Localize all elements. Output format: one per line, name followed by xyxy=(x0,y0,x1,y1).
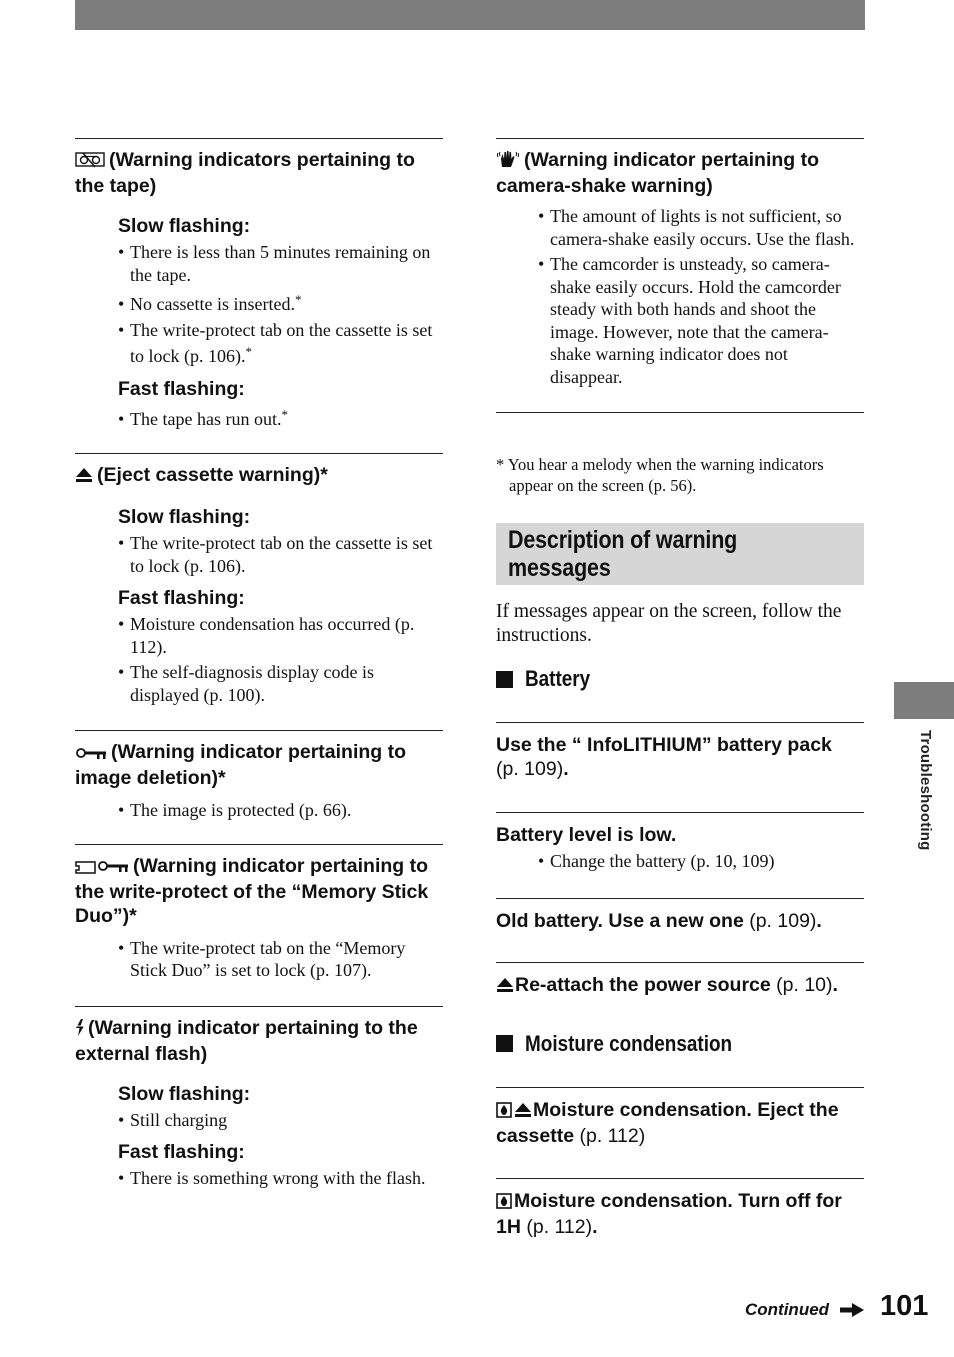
section-title-line-1: Description of warning xyxy=(508,526,738,554)
list-item: The write-protect tab on the “Memory Sti… xyxy=(118,937,443,982)
list-item: Moisture condensation has occurred (p. 1… xyxy=(118,613,443,658)
bullet-list: There is something wrong with the flash. xyxy=(118,1167,443,1190)
bullet-list: The write-protect tab on the “Memory Sti… xyxy=(118,937,443,982)
section-camera-shake-warning: (Warning indicator pertaining to camera-… xyxy=(496,138,864,413)
bullet-list: There is less than 5 minutes remaining o… xyxy=(118,241,443,368)
left-column: (Warning indicators pertaining to the ta… xyxy=(75,138,443,1190)
list-item: There is something wrong with the flash. xyxy=(118,1167,443,1190)
list-item: Change the battery (p. 10, 109) xyxy=(538,850,864,873)
slow-flashing-label: Slow flashing: xyxy=(118,215,251,237)
section-title-line-2: messages xyxy=(508,554,611,582)
bullet-list: The image is protected (p. 66). xyxy=(118,799,443,822)
list-item: There is less than 5 minutes remaining o… xyxy=(118,241,443,286)
section-memory-stick-warning: (Warning indicator pertaining to the wri… xyxy=(75,843,443,982)
section-image-deletion-warning: (Warning indicator pertaining to image d… xyxy=(75,730,443,822)
eject-icon xyxy=(75,465,93,489)
tape-warning-icon xyxy=(75,150,105,174)
list-item: The write-protect tab on the cassette is… xyxy=(118,532,443,577)
camera-shake-icon xyxy=(496,150,520,174)
eject-icon xyxy=(496,975,514,999)
slow-flashing-label: Slow flashing: xyxy=(118,506,251,528)
protect-key-icon xyxy=(75,742,107,766)
message-moisture-eject: Moisture condensation. Eject the cassett… xyxy=(496,1086,864,1148)
square-bullet-icon xyxy=(496,670,513,688)
square-bullet-icon xyxy=(496,1035,513,1052)
section-heading: (Warning indicator pertaining to image d… xyxy=(75,741,407,789)
fast-flashing-label: Fast flashing: xyxy=(118,587,245,609)
list-item: The self-diagnosis display code is displ… xyxy=(118,661,443,706)
chapter-tab xyxy=(894,682,954,719)
arrow-right-icon xyxy=(840,1303,864,1322)
moisture-icon xyxy=(496,1191,512,1215)
moisture-heading: Moisture condensation xyxy=(496,1031,864,1057)
intro-text: If messages appear on the screen, follow… xyxy=(496,601,842,646)
footnote: * You hear a melody when the warning ind… xyxy=(496,455,824,495)
list-item: The camcorder is unsteady, so camera-sha… xyxy=(538,253,864,388)
section-tape-warning: (Warning indicators pertaining to the ta… xyxy=(75,138,443,430)
fast-flashing-label: Fast flashing: xyxy=(118,1141,245,1163)
section-heading: (Warning indicator pertaining to camera-… xyxy=(496,149,820,197)
chapter-label: Troubleshooting xyxy=(917,730,934,851)
bullet-list: The write-protect tab on the cassette is… xyxy=(118,532,443,577)
list-item: The write-protect tab on the cassette is… xyxy=(118,319,443,368)
bullet-list: The amount of lights is not sufficient, … xyxy=(538,205,864,388)
section-heading: (Eject cassette warning)* xyxy=(75,463,443,489)
section-flash-warning: (Warning indicator pertaining to the ext… xyxy=(75,1005,443,1190)
bullet-list: The tape has run out.* xyxy=(118,404,443,431)
list-item: No cassette is inserted.* xyxy=(118,289,443,316)
list-item: Still charging xyxy=(118,1109,443,1132)
list-item: The amount of lights is not sufficient, … xyxy=(538,205,864,250)
slow-flashing-label: Slow flashing: xyxy=(118,1082,251,1105)
list-item: The image is protected (p. 66). xyxy=(118,799,443,822)
right-column: (Warning indicator pertaining to camera-… xyxy=(496,138,864,1239)
fast-flashing-label: Fast flashing: xyxy=(118,377,245,400)
section-heading: (Warning indicator pertaining to the ext… xyxy=(75,1016,418,1065)
memory-stick-protect-icon xyxy=(75,856,129,880)
bullet-list: Change the battery (p. 10, 109) xyxy=(538,850,864,873)
moisture-icon xyxy=(496,1100,512,1124)
list-item: The tape has run out.* xyxy=(118,404,443,431)
message-moisture-turn-off: Moisture condensation. Turn off for 1H (… xyxy=(496,1177,864,1239)
page-number: 101 xyxy=(880,1290,929,1322)
message-infolithium: Use the “ InfoLITHIUM” battery pack (p. … xyxy=(496,722,864,781)
battery-heading: Battery xyxy=(496,666,864,692)
message-battery-low: Battery level is low. Change the battery… xyxy=(496,812,864,873)
section-eject-warning: (Eject cassette warning)* Slow flashing:… xyxy=(75,453,443,706)
section-heading: (Warning indicators pertaining to the ta… xyxy=(75,149,415,197)
flash-icon xyxy=(75,1018,85,1042)
header-bar xyxy=(75,0,865,30)
eject-icon xyxy=(514,1100,532,1124)
message-old-battery: Old battery. Use a new one (p. 109). xyxy=(496,897,864,933)
message-reattach-power: Re-attach the power source (p. 10). xyxy=(496,961,864,999)
section-title-band: Description of warning messages xyxy=(496,523,864,585)
section-heading: (Warning indicator pertaining to the wri… xyxy=(75,854,429,927)
bullet-list: Still charging xyxy=(118,1109,443,1132)
bullet-list: Moisture condensation has occurred (p. 1… xyxy=(118,613,443,706)
continued-label: Continued xyxy=(745,1300,830,1319)
